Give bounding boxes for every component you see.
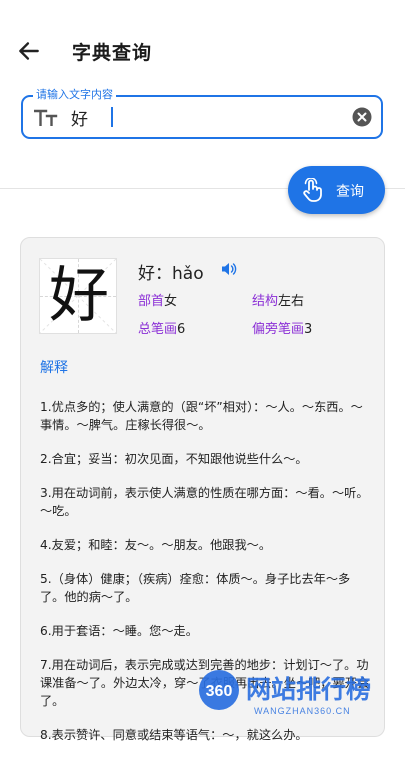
watermark-url: WANGZHAN360.CN bbox=[254, 706, 351, 716]
attr-key: 总笔画 bbox=[138, 322, 178, 337]
watermark-logo: 360 网站排行榜 WANGZHAN360.CN bbox=[199, 670, 371, 716]
section-title-explanation: 解释 bbox=[40, 360, 68, 376]
radical-attr: 部首女 bbox=[138, 290, 177, 309]
watermark-brand: 网站排行榜 bbox=[246, 675, 371, 704]
text-cursor bbox=[111, 107, 113, 127]
character-glyph-box: 好 bbox=[39, 258, 117, 334]
character-glyph: 好 bbox=[49, 261, 109, 331]
search-field[interactable]: 请输入文字内容 bbox=[21, 88, 383, 139]
stroke-count-attr: 总笔画6 bbox=[138, 318, 185, 337]
clear-icon[interactable] bbox=[352, 107, 372, 127]
text-size-icon bbox=[34, 109, 58, 126]
query-button[interactable]: 查询 bbox=[288, 166, 385, 214]
attr-value: 3 bbox=[304, 322, 313, 337]
attr-key: 结构 bbox=[252, 294, 279, 309]
character-pinyin: 好：hǎo bbox=[138, 264, 204, 284]
back-arrow-icon[interactable] bbox=[16, 38, 42, 64]
speaker-icon[interactable] bbox=[221, 261, 237, 277]
watermark-logo-text: 360 bbox=[206, 683, 233, 700]
attr-value: 6 bbox=[177, 322, 186, 337]
search-field-label: 请输入文字内容 bbox=[33, 88, 116, 102]
attr-value: 左右 bbox=[278, 294, 305, 309]
query-button-label: 查询 bbox=[336, 184, 364, 200]
definition-item: 3.用在动词前，表示使人满意的性质在哪方面：～看。～听。～吃。 bbox=[40, 486, 369, 518]
definition-item: 4.友爱；和睦：友～。～朋友。他跟我～。 bbox=[40, 538, 272, 552]
definition-item: 2.合宜；妥当：初次见面，不知跟他说些什么～。 bbox=[40, 452, 308, 466]
touch-icon bbox=[303, 178, 322, 202]
attr-key: 偏旁笔画 bbox=[252, 322, 305, 337]
definition-item: 5.（身体）健康；（疾病）痊愈：体质～。身子比去年～多了。他的病～了。 bbox=[40, 572, 351, 604]
app-bar: 字典查询 bbox=[0, 0, 405, 100]
definition-item: 8.表示赞许、同意或结束等语气：～，就这么办。 bbox=[40, 728, 308, 742]
attr-key: 部首 bbox=[138, 294, 165, 309]
radical-stroke-attr: 偏旁笔画3 bbox=[252, 318, 312, 337]
page-title: 字典查询 bbox=[72, 42, 153, 64]
structure-attr: 结构左右 bbox=[252, 290, 304, 309]
result-card: 好 好：hǎo 部首女 结构左右 总笔画6 偏旁笔画3 解释 1.优点多的；使人… bbox=[20, 237, 385, 742]
definition-item: 1.优点多的；使人满意的（跟“坏”相对）：～人。～东西。～事情。～脾气。庄稼长得… bbox=[40, 400, 363, 432]
definition-item: 6.用于套语：～睡。您～走。 bbox=[40, 624, 198, 638]
attr-value: 女 bbox=[164, 294, 178, 309]
